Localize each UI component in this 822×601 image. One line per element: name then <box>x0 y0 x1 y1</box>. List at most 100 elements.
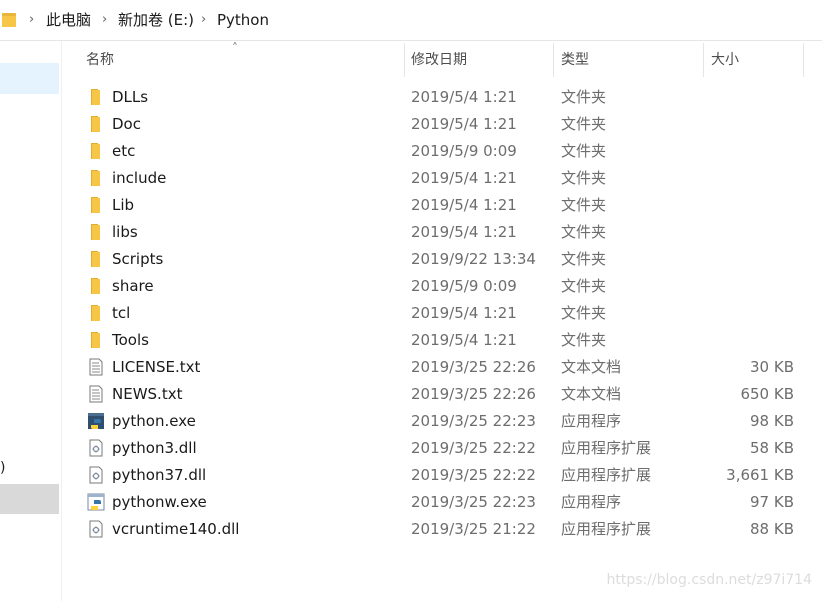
file-row[interactable]: Lib 2019/5/4 1:21 文件夹 <box>62 192 822 219</box>
file-date: 2019/5/9 0:09 <box>411 142 517 160</box>
file-name: tcl <box>112 304 131 322</box>
folder-icon <box>87 250 105 268</box>
file-name: Tools <box>112 331 149 349</box>
file-row[interactable]: Doc 2019/5/4 1:21 文件夹 <box>62 111 822 138</box>
column-header-type[interactable]: 类型 <box>561 41 589 79</box>
file-type: 文件夹 <box>561 223 607 241</box>
file-row[interactable]: NEWS.txt 2019/3/25 22:26 文本文档 650 KB <box>62 381 822 408</box>
folder-icon <box>87 223 105 241</box>
file-name: python3.dll <box>112 439 197 457</box>
file-type: 文件夹 <box>561 304 607 322</box>
file-row[interactable]: LICENSE.txt 2019/3/25 22:26 文本文档 30 KB <box>62 354 822 381</box>
column-divider[interactable] <box>553 43 554 77</box>
file-type: 文件夹 <box>561 169 607 187</box>
file-name: etc <box>112 142 136 160</box>
folder-icon <box>87 88 105 106</box>
breadcrumb-drive-e[interactable]: 新加卷 (E:) <box>118 10 194 30</box>
column-divider[interactable] <box>803 43 804 77</box>
file-type: 应用程序扩展 <box>561 439 652 457</box>
file-name: Scripts <box>112 250 164 268</box>
python-exe-icon <box>87 412 105 430</box>
file-row[interactable]: Scripts 2019/9/22 13:34 文件夹 <box>62 246 822 273</box>
file-date: 2019/3/25 21:22 <box>411 520 536 538</box>
file-name: python37.dll <box>112 466 207 484</box>
folder-icon <box>87 277 105 295</box>
file-row[interactable]: python.exe 2019/3/25 22:23 应用程序 98 KB <box>62 408 822 435</box>
file-row[interactable]: share 2019/5/9 0:09 文件夹 <box>62 273 822 300</box>
pythonw-exe-icon <box>87 493 105 511</box>
nav-item-selected[interactable] <box>0 63 59 94</box>
file-row[interactable]: etc 2019/5/9 0:09 文件夹 <box>62 138 822 165</box>
file-date: 2019/3/25 22:22 <box>411 466 536 484</box>
navigation-pane[interactable]: ) <box>0 41 62 601</box>
folder-icon <box>87 196 105 214</box>
file-name: include <box>112 169 167 187</box>
file-type: 文本文档 <box>561 385 622 403</box>
dll-file-icon <box>87 520 105 538</box>
sort-ascending-icon: ˄ <box>232 41 238 55</box>
file-name: NEWS.txt <box>112 385 183 403</box>
file-date: 2019/3/25 22:26 <box>411 358 536 376</box>
text-file-icon <box>87 358 105 376</box>
folder-icon <box>87 169 105 187</box>
folder-icon <box>87 304 105 322</box>
file-date: 2019/5/4 1:21 <box>411 331 517 349</box>
column-header-date[interactable]: 修改日期 <box>411 41 467 79</box>
file-type: 文件夹 <box>561 115 607 133</box>
breadcrumb-python[interactable]: Python <box>217 10 269 30</box>
column-header-size[interactable]: 大小 <box>711 41 739 79</box>
column-header-name[interactable]: 名称 <box>86 41 114 79</box>
file-size: 3,661 KB <box>726 466 794 484</box>
nav-item-active[interactable] <box>0 484 59 514</box>
folder-icon <box>87 331 105 349</box>
file-type: 应用程序扩展 <box>561 520 652 538</box>
file-type: 文件夹 <box>561 88 607 106</box>
file-size: 98 KB <box>750 412 794 430</box>
file-name: Lib <box>112 196 135 214</box>
file-name: vcruntime140.dll <box>112 520 240 538</box>
file-type: 应用程序 <box>561 493 622 511</box>
file-size: 58 KB <box>750 439 794 457</box>
file-date: 2019/5/9 0:09 <box>411 277 517 295</box>
file-type: 应用程序 <box>561 412 622 430</box>
file-name: LICENSE.txt <box>112 358 201 376</box>
column-header-row: ˄ 名称 修改日期 类型 大小 <box>62 41 822 81</box>
chevron-right-icon: › <box>29 12 35 27</box>
file-size: 88 KB <box>750 520 794 538</box>
file-date: 2019/5/4 1:21 <box>411 304 517 322</box>
file-row[interactable]: python37.dll 2019/3/25 22:22 应用程序扩展 3,661 K… <box>62 462 822 489</box>
file-row[interactable]: libs 2019/5/4 1:21 文件夹 <box>62 219 822 246</box>
dll-file-icon <box>87 466 105 484</box>
file-date: 2019/5/4 1:21 <box>411 223 517 241</box>
file-date: 2019/5/4 1:21 <box>411 169 517 187</box>
file-row[interactable]: python3.dll 2019/3/25 22:22 应用程序扩展 58 KB <box>62 435 822 462</box>
file-type: 文件夹 <box>561 250 607 268</box>
file-date: 2019/5/4 1:21 <box>411 115 517 133</box>
file-type: 文件夹 <box>561 331 607 349</box>
text-file-icon <box>87 385 105 403</box>
column-divider[interactable] <box>404 43 405 77</box>
file-name: DLLs <box>112 88 149 106</box>
file-date: 2019/9/22 13:34 <box>411 250 536 268</box>
file-row[interactable]: vcruntime140.dll 2019/3/25 21:22 应用程序扩展 88 … <box>62 516 822 543</box>
file-type: 文件夹 <box>561 277 607 295</box>
file-name: pythonw.exe <box>112 493 207 511</box>
file-row[interactable]: tcl 2019/5/4 1:21 文件夹 <box>62 300 822 327</box>
file-row[interactable]: include 2019/5/4 1:21 文件夹 <box>62 165 822 192</box>
address-bar[interactable]: › 此电脑 › 新加卷 (E:) › Python <box>0 0 822 41</box>
file-row[interactable]: pythonw.exe 2019/3/25 22:23 应用程序 97 KB <box>62 489 822 516</box>
file-type: 文件夹 <box>561 142 607 160</box>
file-name: share <box>112 277 154 295</box>
breadcrumb-this-pc[interactable]: 此电脑 <box>46 10 91 30</box>
file-date: 2019/3/25 22:26 <box>411 385 536 403</box>
file-row[interactable]: Tools 2019/5/4 1:21 文件夹 <box>62 327 822 354</box>
file-name: python.exe <box>112 412 196 430</box>
dll-file-icon <box>87 439 105 457</box>
file-date: 2019/3/25 22:23 <box>411 493 536 511</box>
folder-icon <box>87 115 105 133</box>
folder-icon <box>87 142 105 160</box>
column-divider[interactable] <box>703 43 704 77</box>
file-row[interactable]: DLLs 2019/5/4 1:21 文件夹 <box>62 84 822 111</box>
file-name: Doc <box>112 115 141 133</box>
file-name: libs <box>112 223 138 241</box>
